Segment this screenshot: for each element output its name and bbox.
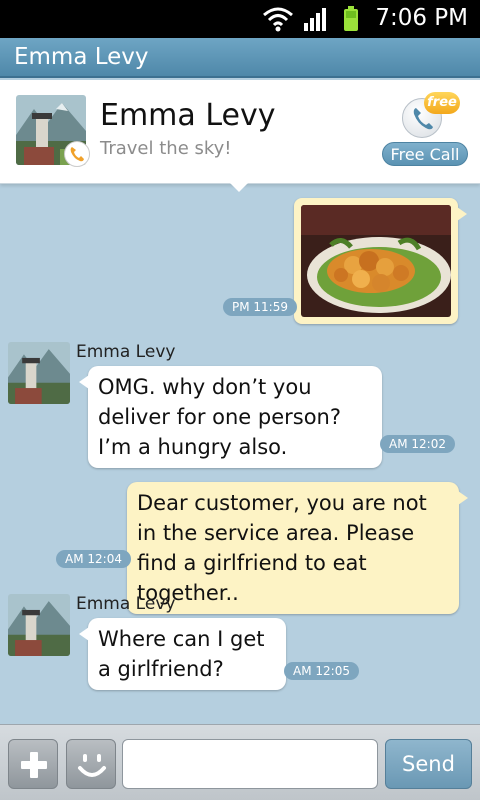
sender-avatar[interactable] [8,342,70,404]
message-input[interactable] [122,739,378,789]
sender-name: Emma Levy [76,342,176,362]
chat-area[interactable]: PM 11:59 Emma Levy OMG. why don’t you de… [0,184,480,724]
outgoing-message[interactable]: Dear customer, you are not in the servic… [127,482,468,614]
contact-status-message: Travel the sky! [100,138,232,159]
message-time: PM 11:59 [223,298,297,316]
incoming-message[interactable]: Where can I get a girlfriend? [79,618,286,690]
signal-strength-icon [304,8,326,31]
mountain-landscape-photo [8,342,70,404]
incoming-message[interactable]: OMG. why don’t you deliver for one perso… [79,366,382,468]
mountain-landscape-photo [8,594,70,656]
free-call-button[interactable]: Free Call [382,142,468,166]
wifi-icon [263,7,293,32]
free-badge: free [424,92,460,114]
message-text: OMG. why don’t you deliver for one perso… [98,375,342,459]
message-time: AM 12:05 [284,662,359,680]
window-title: Emma Levy [14,44,149,70]
message-time: AM 12:02 [380,435,455,453]
input-bar: Send [0,724,480,800]
sender-avatar[interactable] [8,594,70,656]
message-text: Where can I get a girlfriend? [98,627,265,681]
attach-button[interactable] [8,739,58,789]
title-bar: Emma Levy [0,38,480,78]
phone-badge-icon [64,141,90,167]
emoticon-button[interactable] [66,739,116,789]
battery-icon [344,6,358,31]
status-bar: 7:06 PM [0,0,480,38]
message-time: AM 12:04 [56,550,131,568]
food-dish-photo [301,205,451,317]
send-button[interactable]: Send [385,739,472,789]
plus-icon [21,752,47,778]
message-text: Dear customer, you are not in the servic… [137,491,427,605]
sender-name: Emma Levy [76,594,176,614]
smiley-icon [78,754,106,777]
status-time: 7:06 PM [375,5,468,31]
free-call-control[interactable]: free Free Call [382,92,470,176]
profile-header: Emma Levy Travel the sky! free Free Call [0,80,480,184]
outgoing-image-message[interactable] [294,198,467,324]
contact-name: Emma Levy [100,98,276,133]
